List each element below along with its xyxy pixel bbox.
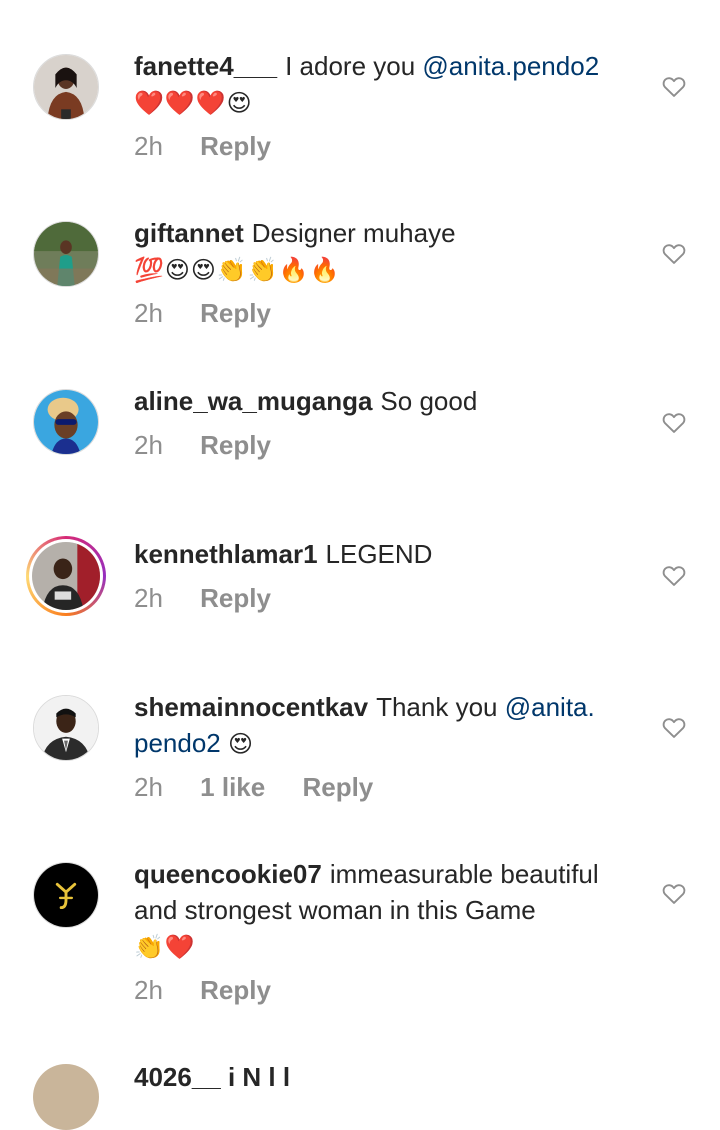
reply-button[interactable]: Reply (302, 772, 373, 802)
avatar[interactable] (33, 695, 99, 761)
heart-icon[interactable] (660, 879, 688, 907)
comment-meta: 2h Reply (134, 583, 301, 613)
comment-username[interactable]: kennethlamar1 (134, 539, 318, 569)
likes-count-button[interactable]: 1 like (200, 772, 265, 802)
comment-time: 2h (134, 298, 163, 328)
heart-icon[interactable] (660, 408, 688, 436)
avatar[interactable] (33, 862, 99, 928)
comment-text: queencookie07 immeasurable beautiful and … (134, 856, 644, 965)
comment-body: I adore you (285, 51, 423, 81)
comment-meta: 2h Reply (134, 298, 301, 328)
man-suit-avatar (34, 696, 98, 760)
woman-sunglasses-avatar (34, 390, 98, 454)
heart-icon[interactable] (660, 72, 688, 100)
comment-text: shemainnocentkav Thank you @anita. pendo2… (134, 689, 644, 762)
comment-time: 2h (134, 772, 163, 802)
man-with-story-ring-avatar (32, 542, 100, 610)
comment-mention[interactable]: @anita. (505, 692, 595, 722)
comment-body: Thank you (376, 692, 505, 722)
heart-icon[interactable] (660, 713, 688, 741)
comment-body: LEGEND (325, 539, 433, 569)
comment-username[interactable]: queencookie07 (134, 859, 322, 889)
avatar-ring-inner (29, 539, 103, 613)
gold-logo-avatar (34, 863, 98, 927)
comment-text: giftannet Designer muhaye 💯😍😍👏👏🔥🔥 (134, 215, 644, 288)
comment-meta: 2h Reply (134, 430, 301, 460)
comment-mention[interactable]: @anita.pendo2 (422, 51, 599, 81)
comment-emojis: 😍 (228, 730, 255, 758)
avatar[interactable] (33, 389, 99, 455)
reply-button[interactable]: Reply (200, 430, 271, 460)
comment-emojis: 💯😍😍👏👏🔥🔥 (134, 256, 341, 284)
comment-time: 2h (134, 131, 163, 161)
comment-username[interactable]: giftannet (134, 218, 244, 248)
comment-body: So good (380, 386, 478, 416)
comment-meta: 2h 1 like Reply (134, 772, 403, 802)
comment-text: aline_wa_muganga So good (134, 383, 644, 419)
reply-button[interactable]: Reply (200, 131, 271, 161)
heart-icon[interactable] (660, 561, 688, 589)
comment-text: kennethlamar1 LEGEND (134, 536, 644, 572)
avatar-image (32, 542, 100, 610)
avatar[interactable] (33, 1064, 99, 1130)
reply-button[interactable]: Reply (200, 975, 271, 1005)
woman-brown-jacket-avatar (34, 55, 98, 119)
woman-green-dress-avatar (34, 222, 98, 286)
comment-username[interactable]: fanette4___ (134, 51, 277, 81)
comment-meta: 2h Reply (134, 975, 301, 1005)
comment-body: Designer muhaye (251, 218, 456, 248)
reply-button[interactable]: Reply (200, 583, 271, 613)
comment-emojis: 👏❤️ (134, 933, 196, 961)
avatar[interactable] (33, 221, 99, 287)
comment-username[interactable]: aline_wa_muganga (134, 386, 372, 416)
comment-mention-continued[interactable]: pendo2 (134, 728, 221, 758)
comment-emojis: ❤️❤️❤️😍 (134, 89, 253, 117)
comment-time: 2h (134, 975, 163, 1005)
comment-time: 2h (134, 583, 163, 613)
heart-icon[interactable] (660, 239, 688, 267)
avatar-story-ring[interactable] (26, 536, 106, 616)
comment-username[interactable]: shemainnocentkav (134, 692, 368, 722)
comment-meta: 2h Reply (134, 131, 301, 161)
reply-button[interactable]: Reply (200, 298, 271, 328)
comment-time: 2h (134, 430, 163, 460)
avatar[interactable] (33, 54, 99, 120)
comment-text: fanette4___ I adore you @anita.pendo2 ❤️❤… (134, 48, 644, 121)
